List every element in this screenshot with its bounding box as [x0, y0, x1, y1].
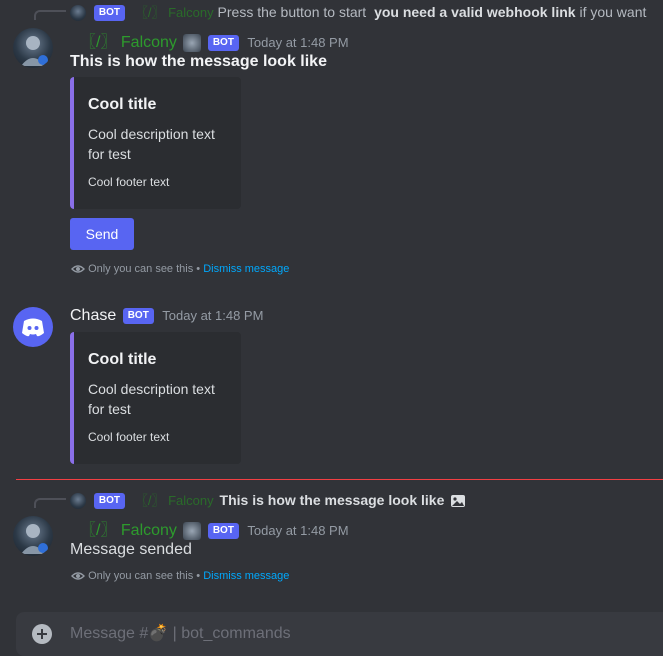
author-name[interactable]: Chase: [70, 307, 116, 324]
avatar[interactable]: [13, 28, 53, 68]
eye-icon: [71, 572, 85, 580]
embed-title: Cool title: [88, 96, 157, 113]
send-button[interactable]: Send: [70, 218, 134, 250]
reply-author[interactable]: 〖/〗 Falcony: [135, 493, 214, 508]
reply-avatar: [70, 493, 86, 510]
ephemeral-separator: •: [196, 570, 201, 582]
ephemeral-text: Only you can see this: [88, 570, 194, 582]
embed-title: Cool title: [88, 351, 157, 368]
plus-glyph: [37, 629, 47, 639]
embed-footer: Cool footer text: [88, 430, 170, 444]
message-content: Message sended: [70, 541, 192, 558]
dismiss-message-link[interactable]: Dismiss message: [203, 263, 289, 275]
new-messages-divider: [16, 479, 663, 480]
reply-text-tail: if you want: [579, 4, 647, 20]
embed-description: Cool description text for test: [88, 381, 215, 417]
dismiss-message-link[interactable]: Dismiss message: [203, 570, 289, 582]
bot-avatar-icon: [183, 33, 202, 52]
avatar-art: [21, 524, 48, 554]
embed-description: Cool description text for test: [88, 126, 215, 162]
reply-spine: [34, 10, 66, 20]
reply-preview[interactable]: BOT 〖/〗 Falcony Press the button to star…: [70, 2, 647, 22]
embed: Cool title Cool description text for tes…: [70, 77, 241, 209]
reply-preview[interactable]: BOT 〖/〗 Falcony This is how the message …: [70, 490, 466, 510]
avatar[interactable]: [13, 516, 53, 556]
message-composer[interactable]: Message #💣 | bot_commands: [16, 612, 663, 656]
message-header: 〖/〗 Falcony BOT Today at 1:48 PM: [80, 516, 349, 540]
reply-author[interactable]: 〖/〗 Falcony: [135, 5, 214, 20]
ephemeral-notice: Only you can see this • Dismiss message: [71, 570, 289, 582]
message-content: This is how the message look like: [70, 53, 327, 70]
ephemeral-text: Only you can see this: [88, 263, 194, 275]
bot-tag: BOT: [207, 522, 239, 539]
message-header: 〖/〗 Falcony BOT Today at 1:48 PM: [80, 28, 349, 52]
ephemeral-notice: Only you can see this • Dismiss message: [71, 263, 289, 275]
reply-text-bold: you need a valid webhook link: [374, 4, 576, 20]
embed-footer: Cool footer text: [88, 175, 170, 189]
reply-text-bold: This is how the message look like: [219, 492, 445, 508]
add-attachment-icon[interactable]: [32, 624, 52, 644]
message-input[interactable]: Message #💣 | bot_commands: [70, 623, 291, 643]
author-name[interactable]: 〖/〗 Falcony: [80, 34, 177, 51]
message-header-chase: Chase BOT Today at 1:48 PM: [70, 307, 263, 325]
ephemeral-separator: •: [196, 263, 201, 275]
author-name[interactable]: 〖/〗 Falcony: [80, 522, 177, 539]
timestamp[interactable]: Today at 1:48 PM: [247, 523, 348, 538]
reply-avatar: [70, 5, 86, 22]
discord-logo: [22, 318, 44, 337]
avatar-art: [21, 36, 48, 66]
reply-text: Press the button to start: [217, 4, 367, 20]
bot-tag: BOT: [207, 34, 239, 51]
embed: Cool title Cool description text for tes…: [70, 332, 241, 464]
reply-bot-tag: BOT: [93, 5, 125, 22]
avatar-chase[interactable]: [13, 307, 53, 347]
bot-avatar-icon: [183, 521, 202, 540]
bot-tag: BOT: [122, 307, 154, 324]
timestamp[interactable]: Today at 1:48 PM: [162, 308, 263, 323]
reply-spine: [34, 498, 66, 508]
eye-icon: [71, 265, 85, 273]
image-icon: [451, 495, 466, 508]
reply-bot-tag: BOT: [93, 493, 125, 510]
timestamp[interactable]: Today at 1:48 PM: [247, 35, 348, 50]
